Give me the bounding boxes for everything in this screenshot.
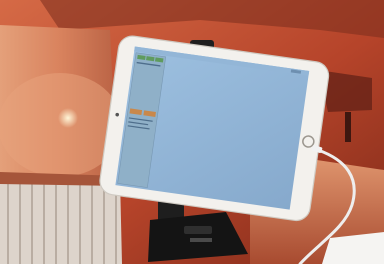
photo-scene (0, 0, 384, 264)
tablet (99, 35, 330, 222)
equipment-leg (345, 112, 351, 142)
light-reflection (58, 108, 78, 128)
